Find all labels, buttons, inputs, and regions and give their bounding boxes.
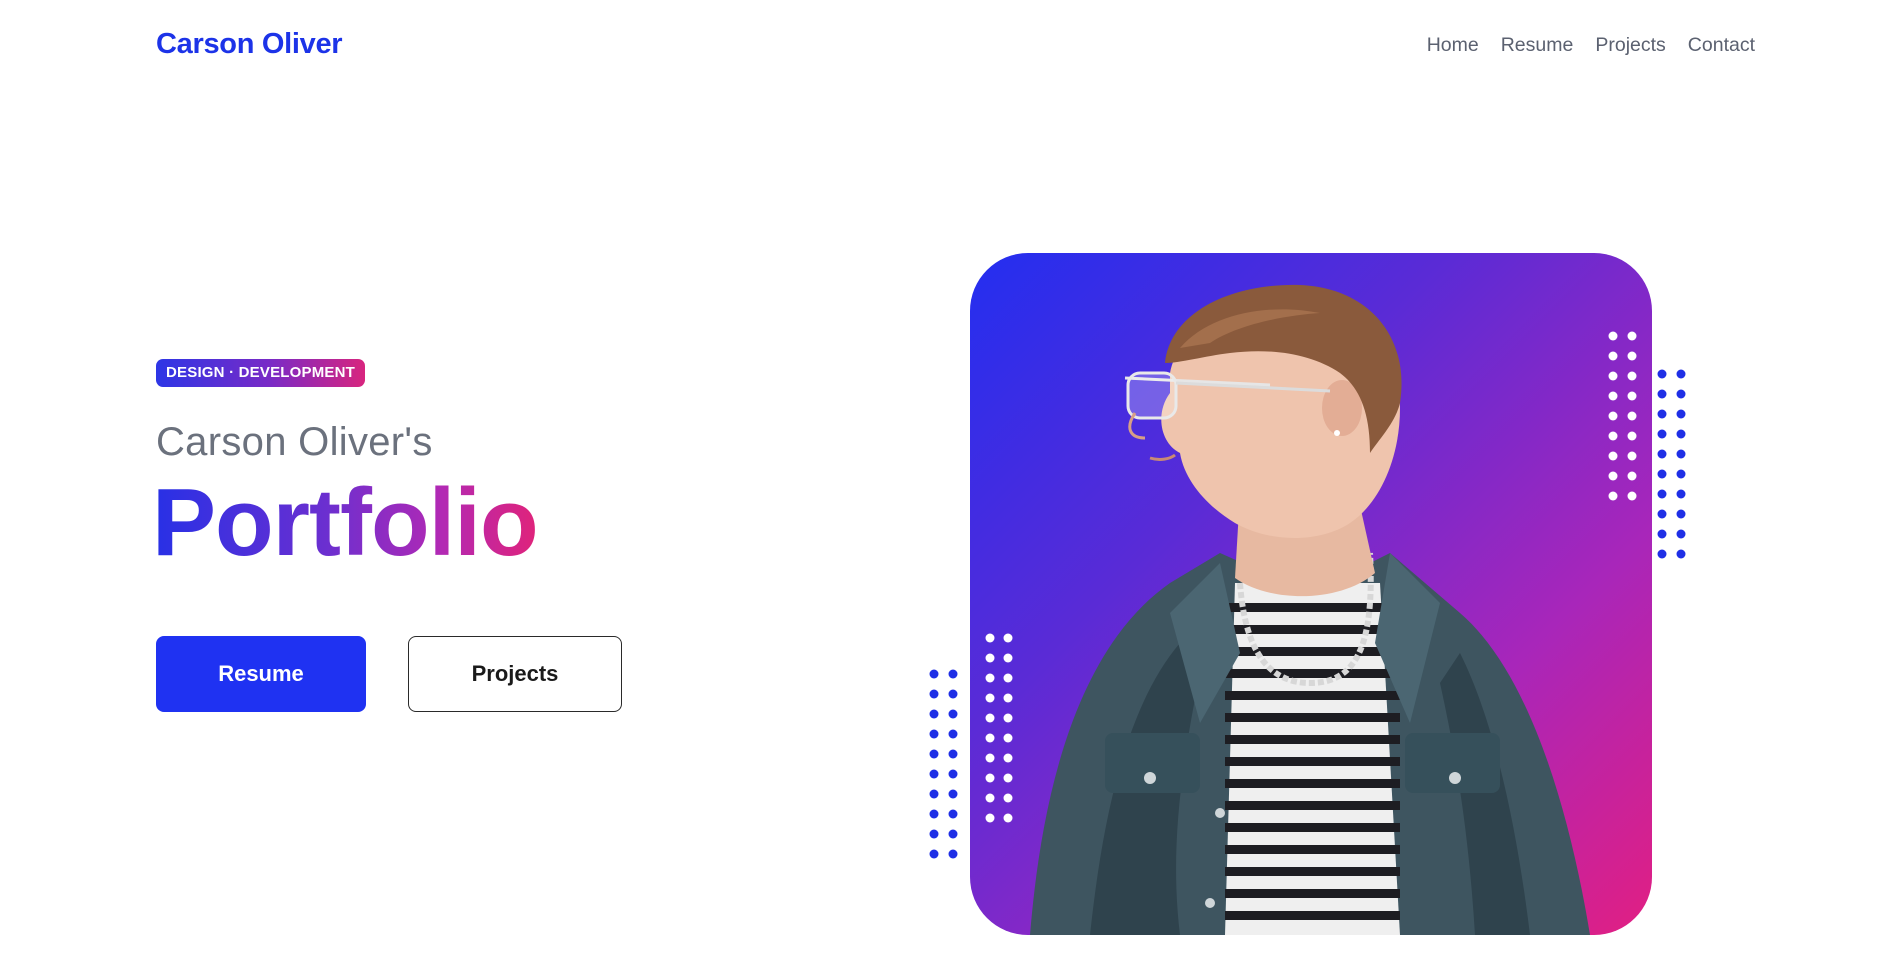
nav-link-contact[interactable]: Contact xyxy=(1688,34,1755,57)
main-nav: Home Resume Projects Contact xyxy=(1427,34,1755,57)
brand-logo-link[interactable]: Carson Oliver xyxy=(156,28,343,61)
hero-subtitle: Carson Oliver's xyxy=(156,420,433,464)
hero-photo-card xyxy=(970,253,1652,935)
dot-grid-left-blue xyxy=(929,669,958,859)
hero-tag-badge: DESIGN · DEVELOPMENT xyxy=(156,359,366,387)
projects-button[interactable]: Projects xyxy=(408,636,622,712)
hero-title: Portfolio xyxy=(152,469,539,576)
nav-link-resume[interactable]: Resume xyxy=(1501,34,1574,57)
dot-grid-card-white-left xyxy=(985,633,1013,823)
dot-grid-right-blue xyxy=(1657,369,1686,559)
person-portrait-image xyxy=(985,284,1637,935)
nav-link-home[interactable]: Home xyxy=(1427,34,1479,57)
dot-grid-card-white xyxy=(1608,331,1637,501)
nav-link-projects[interactable]: Projects xyxy=(1595,34,1665,57)
resume-button[interactable]: Resume xyxy=(156,636,366,712)
portfolio-page: Carson Oliver Home Resume Projects Conta… xyxy=(0,0,1892,960)
